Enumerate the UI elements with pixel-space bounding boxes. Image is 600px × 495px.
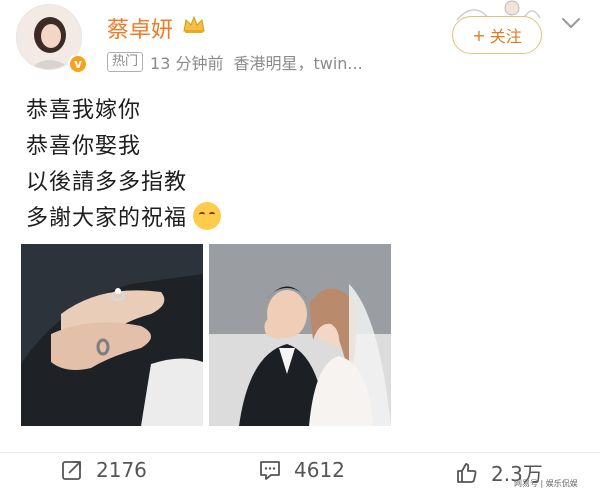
smiling-face-with-hearts-icon bbox=[193, 202, 222, 230]
post-source[interactable]: 香港明星，twin... bbox=[233, 50, 362, 74]
post-text-line-last: 多謝大家的祝福 bbox=[26, 200, 222, 232]
user-name[interactable]: 蔡卓妍 bbox=[107, 12, 173, 44]
comment-count: 4612 bbox=[294, 458, 345, 482]
post-text-line: 恭喜我嫁你 bbox=[26, 98, 142, 123]
post-photo-couple[interactable] bbox=[209, 244, 391, 426]
post-photo-rings[interactable] bbox=[21, 244, 203, 426]
post-text-line: 恭喜你娶我 bbox=[26, 134, 142, 159]
post-time: 13 分钟前 bbox=[150, 54, 224, 73]
comment-button[interactable]: 4612 bbox=[258, 458, 345, 482]
post-text-line: 多謝大家的祝福 bbox=[26, 206, 188, 231]
chevron-down-icon[interactable] bbox=[560, 14, 582, 32]
repost-count: 2176 bbox=[96, 458, 147, 482]
post-text-line: 以後請多多指教 bbox=[26, 170, 188, 195]
avatar-container[interactable]: v bbox=[16, 4, 88, 74]
repost-icon bbox=[62, 461, 81, 480]
hot-tag: 热门 bbox=[107, 52, 144, 72]
comment-icon bbox=[260, 461, 280, 480]
plus-icon: + bbox=[472, 25, 486, 45]
couple-photo-image bbox=[209, 244, 391, 426]
verified-icon: v bbox=[68, 54, 88, 74]
watermark: 网易号 | 娱乐侃娱 bbox=[514, 479, 578, 488]
follow-label: 关注 bbox=[489, 27, 522, 46]
action-divider bbox=[0, 452, 600, 453]
follow-button[interactable]: + 关注 bbox=[452, 16, 542, 54]
post-meta: 热门 13 分钟前 香港明星，twin... bbox=[107, 50, 363, 74]
repost-button[interactable]: 2176 bbox=[60, 458, 147, 482]
rings-photo-image bbox=[21, 244, 203, 426]
thumbs-up-icon bbox=[457, 462, 477, 483]
crown-badge-icon[interactable] bbox=[182, 14, 206, 34]
